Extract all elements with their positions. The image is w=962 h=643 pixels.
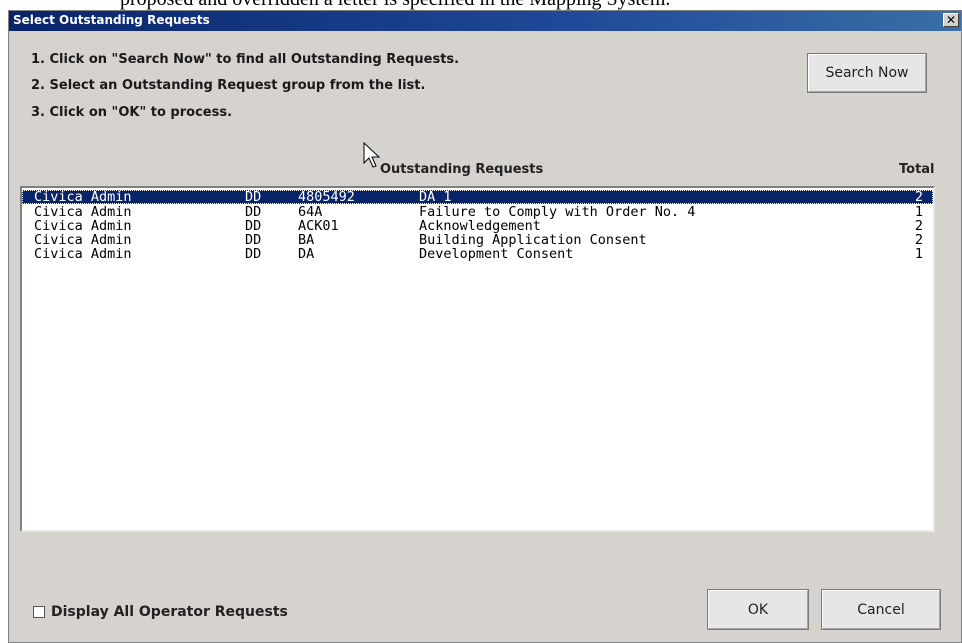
ok-label: OK [747,601,769,618]
type-cell: DD [245,189,262,205]
ok-button[interactable]: OK [707,589,809,630]
code-cell: BA [298,232,315,248]
description-cell: Acknowledgement [419,218,541,234]
total-header: Total [899,162,935,177]
operator-cell: Civica Admin [34,232,132,248]
code-cell: 4805492 [298,189,355,205]
instruction-step-2: 2. Select an Outstanding Request group f… [31,78,426,93]
total-cell: 2 [914,189,923,205]
cancel-button[interactable]: Cancel [821,589,941,630]
operator-cell: Civica Admin [34,218,132,234]
type-cell: DD [245,218,262,234]
list-item[interactable]: Civica Admin DD 64A Failure to Comply wi… [22,205,933,219]
type-cell: DD [245,204,262,220]
checkbox-box[interactable] [33,606,45,618]
display-all-operator-requests-checkbox[interactable]: Display All Operator Requests [33,604,288,620]
code-cell: ACK01 [298,218,339,234]
cancel-label: Cancel [857,601,905,618]
total-cell: 1 [914,204,923,220]
total-cell: 1 [914,246,923,262]
instruction-step-1: 1. Click on "Search Now" to find all Out… [31,52,460,67]
close-icon: ✕ [945,13,957,27]
code-cell: DA [298,246,315,262]
type-cell: DD [245,246,262,262]
description-cell: DA 1 [419,189,452,205]
list-item[interactable]: Civica Admin DD DA Development Consent 1 [22,247,933,261]
background-document: proposed and overridden a letter is spec… [0,0,962,10]
window-title: Select Outstanding Requests [13,13,210,27]
search-now-button[interactable]: Search Now [807,53,927,93]
operator-cell: Civica Admin [34,246,132,262]
title-bar[interactable]: Select Outstanding Requests ✕ [9,11,961,31]
list-item[interactable]: Civica Admin DD BA Building Application … [22,233,933,247]
operator-cell: Civica Admin [34,189,132,205]
outstanding-requests-header: Outstanding Requests [380,162,544,177]
operator-cell: Civica Admin [34,204,132,220]
search-now-label: Search Now [825,65,909,81]
type-cell: DD [245,232,262,248]
close-button[interactable]: ✕ [943,13,959,27]
code-cell: 64A [298,204,323,220]
total-cell: 2 [914,232,923,248]
description-cell: Building Application Consent [419,232,647,248]
list-item[interactable]: Civica Admin DD ACK01 Acknowledgement 2 [22,219,933,233]
checkbox-label: Display All Operator Requests [51,604,288,620]
select-outstanding-requests-dialog: Select Outstanding Requests ✕ 1. Click o… [8,10,962,643]
instruction-step-3: 3. Click on "OK" to process. [31,105,233,120]
description-cell: Development Consent [419,246,574,262]
background-document-text: proposed and overridden a letter is spec… [120,0,670,10]
list-item[interactable]: Civica Admin DD 4805492 DA 1 2 [22,190,933,204]
description-cell: Failure to Comply with Order No. 4 [419,204,696,220]
mouse-pointer-icon [363,142,381,168]
total-cell: 2 [914,218,923,234]
outstanding-requests-list[interactable]: Civica Admin DD 4805492 DA 1 2 Civica Ad… [20,186,935,532]
